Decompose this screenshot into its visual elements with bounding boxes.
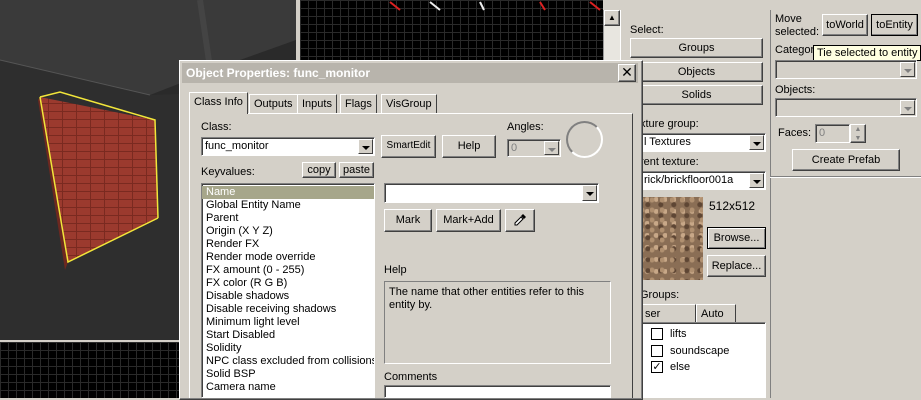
dialog-title: Object Properties: func_monitor: [186, 66, 371, 80]
tab-class-info[interactable]: Class Info: [189, 92, 248, 114]
keyvalue-item[interactable]: Start Disabled: [202, 329, 374, 342]
tab-visgroup[interactable]: VisGroup: [381, 94, 437, 114]
to-world-button[interactable]: toWorld: [822, 14, 868, 36]
visgroup-checkbox-else[interactable]: ✓: [651, 361, 663, 373]
class-label: Class:: [201, 121, 232, 133]
angles-select[interactable]: 0: [507, 139, 561, 157]
replace-button[interactable]: Replace...: [707, 255, 766, 277]
texture-size: 512x512: [709, 199, 756, 213]
copy-button[interactable]: copy: [302, 162, 336, 178]
texture-group-value: l Textures: [644, 136, 691, 148]
objects-label: Objects:: [775, 84, 816, 96]
visgroup-checkbox-lifts[interactable]: [651, 328, 663, 340]
move-selected-label-line2: selected:: [775, 26, 820, 38]
help-text: The name that other entities refer to th…: [389, 286, 585, 311]
mark-button[interactable]: Mark: [384, 209, 432, 232]
faces-input[interactable]: 0: [815, 124, 850, 143]
help-button[interactable]: Help: [442, 135, 496, 158]
keyvalue-item[interactable]: NPC class excluded from collisions: [202, 355, 374, 368]
tab-flags[interactable]: Flags: [340, 94, 377, 114]
keyvalue-item[interactable]: Global Entity Name: [202, 199, 374, 212]
keyvalue-item[interactable]: Minimum light level: [202, 316, 374, 329]
browse-button[interactable]: Browse...: [707, 227, 766, 249]
chevron-down-icon: [749, 135, 764, 150]
chevron-down-icon: [544, 141, 559, 155]
keyvalue-item[interactable]: Render mode override: [202, 251, 374, 264]
help-section-label: Help: [384, 264, 407, 276]
vertical-scrollbar[interactable]: ▲: [603, 10, 620, 65]
eyedropper-button[interactable]: [505, 209, 535, 232]
texture-preview: [640, 197, 703, 280]
chevron-down-icon: [749, 173, 764, 188]
faces-label: Faces:: [778, 127, 812, 139]
keyvalue-item[interactable]: FX color (R G B): [202, 277, 374, 290]
eyedropper-icon: [514, 214, 526, 226]
angles-dial[interactable]: [566, 121, 603, 158]
mark-add-button[interactable]: Mark+Add: [436, 209, 501, 232]
tab-outputs[interactable]: Outputs: [249, 94, 298, 114]
close-icon: ✕: [621, 64, 633, 80]
current-texture-value: rick/brickfloor001a: [644, 174, 734, 186]
class-select[interactable]: func_monitor: [201, 137, 375, 156]
visgroup-item-soundscape: soundscape: [670, 345, 730, 357]
objects-select[interactable]: [775, 98, 917, 117]
2d-viewport-top[interactable]: [300, 0, 603, 62]
move-selected-label-line1: Move: [775, 13, 802, 25]
2d-viewport-bottom[interactable]: [0, 342, 180, 398]
chevron-down-icon: [900, 100, 915, 115]
categories-select[interactable]: [775, 60, 917, 79]
current-texture-label: rent texture:: [640, 156, 699, 168]
keyvalue-item-selected[interactable]: Name: [202, 186, 374, 199]
faces-value: 0: [819, 127, 826, 139]
current-texture-select[interactable]: rick/brickfloor001a: [640, 171, 766, 190]
to-entity-button[interactable]: toEntity: [871, 14, 918, 36]
angles-value: 0: [511, 142, 518, 154]
keyvalue-item[interactable]: Origin (X Y Z): [202, 225, 374, 238]
visgroups-label: Groups:: [640, 289, 680, 301]
texture-group-select[interactable]: l Textures: [640, 133, 766, 152]
keyvalue-item[interactable]: Solidity: [202, 342, 374, 355]
comments-input[interactable]: [384, 385, 611, 398]
angles-label: Angles:: [507, 121, 544, 133]
objects-button[interactable]: Objects: [630, 62, 763, 82]
move-selected-label: Move selected:: [775, 13, 819, 39]
tab-inputs[interactable]: Inputs: [297, 94, 337, 114]
visgroup-checkbox-soundscape[interactable]: [651, 345, 663, 357]
select-label: Select:: [630, 24, 664, 36]
keyvalue-item[interactable]: Disable receiving shadows: [202, 303, 374, 316]
tooltip: Tie selected to entity: [813, 45, 921, 61]
paste-button[interactable]: paste: [339, 162, 374, 178]
chevron-down-icon: [582, 185, 597, 201]
comments-label: Comments: [384, 371, 438, 383]
tab-visgroup-auto[interactable]: Auto: [696, 304, 736, 324]
keyvalue-item[interactable]: Disable shadows: [202, 290, 374, 303]
create-prefab-button[interactable]: Create Prefab: [792, 149, 900, 171]
help-text-box: The name that other entities refer to th…: [384, 281, 611, 364]
keyvalue-item[interactable]: Parent: [202, 212, 374, 225]
dialog-titlebar[interactable]: Object Properties: func_monitor ✕: [182, 63, 638, 83]
value-select[interactable]: [384, 183, 599, 203]
close-button[interactable]: ✕: [618, 64, 636, 82]
groups-button[interactable]: Groups: [630, 38, 763, 58]
keyvalues-list[interactable]: Name Global Entity Name Parent Origin (X…: [201, 183, 375, 398]
class-value: func_monitor: [205, 140, 269, 152]
chevron-down-icon: [358, 139, 373, 154]
solids-button[interactable]: Solids: [630, 85, 763, 105]
categories-label: Categor: [775, 44, 815, 56]
chevron-down-icon: [900, 62, 915, 77]
scroll-up-button[interactable]: ▲: [604, 10, 620, 26]
keyvalue-item[interactable]: Render FX: [202, 238, 374, 251]
keyvalue-item[interactable]: Camera name: [202, 381, 374, 394]
texture-group-label: xture group:: [640, 118, 699, 130]
keyvalue-item[interactable]: FX amount (0 - 255): [202, 264, 374, 277]
faces-spinner[interactable]: ▲ ▼: [850, 124, 866, 143]
keyvalues-label: Keyvalues:: [201, 166, 255, 178]
2d-wire-shapes: [389, 1, 601, 11]
tab-visgroup-user[interactable]: ser: [640, 304, 696, 324]
keyvalue-item[interactable]: Solid BSP: [202, 368, 374, 381]
far-right-divider: [770, 176, 921, 178]
smartedit-button[interactable]: SmartEdit: [381, 135, 436, 158]
visgroup-item-else: else: [670, 361, 691, 373]
visgroup-item-lifts: lifts: [670, 328, 687, 340]
